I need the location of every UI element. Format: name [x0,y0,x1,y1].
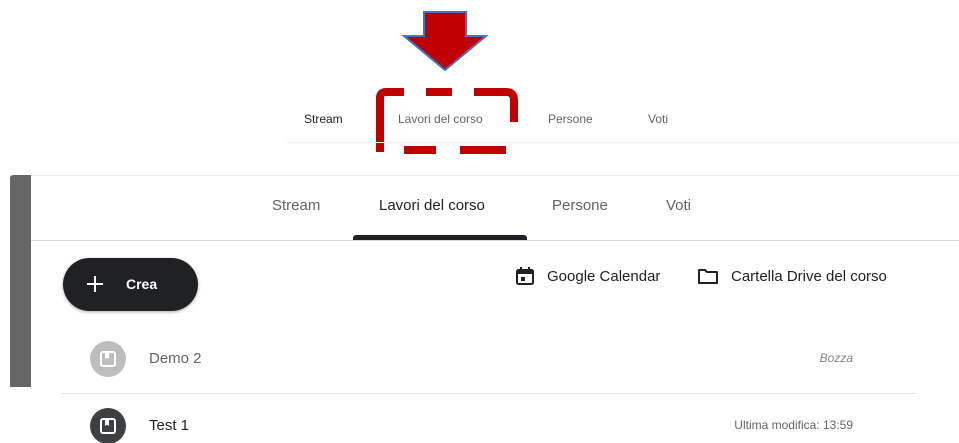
item-title: Test 1 [149,417,190,434]
tab-grades[interactable]: Voti [666,197,691,214]
top-tab-grades[interactable]: Voti [648,112,668,126]
item-last-modified: Ultima modifica: 13:59 [734,418,853,432]
dashed-highlight-annotation [376,88,518,154]
google-calendar-link[interactable]: Google Calendar [515,266,660,286]
top-tab-stream[interactable]: Stream [304,112,343,126]
tab-stream[interactable]: Stream [272,197,320,214]
side-panel-edge [10,175,31,387]
plus-icon [87,276,103,292]
drive-folder-link[interactable]: Cartella Drive del corso [697,266,887,286]
list-item[interactable]: Demo 2 Bozza [62,327,916,393]
google-calendar-label: Google Calendar [547,267,661,285]
assignment-icon [90,341,126,377]
top-tab-people[interactable]: Persone [548,112,593,126]
create-button-label: Crea [126,276,158,292]
item-status: Bozza [819,351,853,365]
create-button[interactable]: Crea [63,258,198,311]
list-item[interactable]: Test 1 Ultima modifica: 13:59 [62,394,916,443]
item-title: Demo 2 [149,350,202,367]
folder-icon [698,269,718,284]
active-tab-indicator [353,235,527,240]
calendar-icon [516,267,534,285]
red-arrow-annotation [401,11,489,72]
course-nav: Stream Lavori del corso Persone Voti [31,176,959,241]
tab-classwork[interactable]: Lavori del corso [379,197,485,214]
assignment-icon [90,408,126,443]
divider [286,142,959,143]
drive-folder-label: Cartella Drive del corso [731,267,887,285]
tab-people[interactable]: Persone [552,197,608,214]
